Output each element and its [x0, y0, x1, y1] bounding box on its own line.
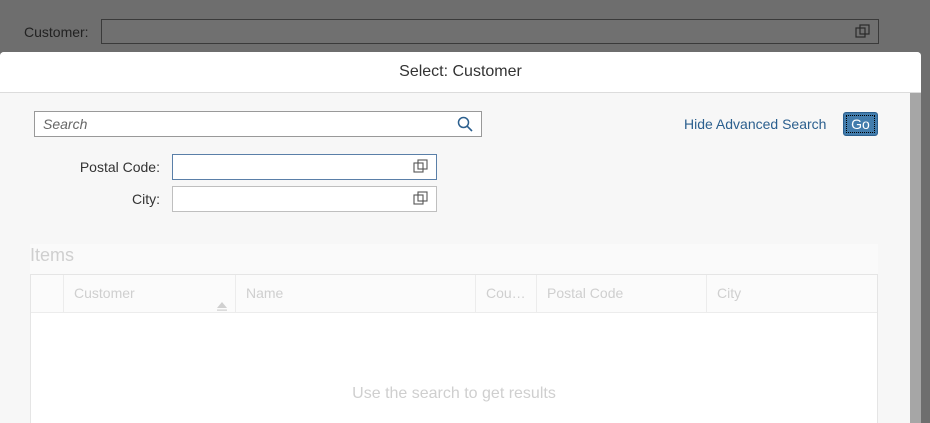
results-table: Customer Name Cou… Postal Code City Use … — [30, 274, 878, 423]
column-header-postal-code[interactable]: Postal Code — [536, 275, 706, 312]
column-header-label: Cou… — [486, 285, 526, 301]
no-data-message: Use the search to get results — [352, 385, 556, 402]
column-header-label: City — [717, 285, 742, 301]
column-header-label: Postal Code — [547, 285, 624, 301]
go-button[interactable]: Go — [843, 112, 878, 136]
column-header-country[interactable]: Cou… — [475, 275, 536, 312]
column-header-name[interactable]: Name — [235, 275, 475, 312]
column-header-label: Customer — [74, 285, 135, 301]
postal-code-label: Postal Code: — [79, 159, 160, 175]
vertical-scrollbar[interactable] — [910, 93, 921, 423]
select-customer-dialog: Select: Customer Hide Advanced Search Go… — [0, 52, 921, 423]
sort-ascending-icon — [217, 288, 227, 312]
select-all-column[interactable] — [31, 275, 63, 312]
city-field[interactable] — [172, 186, 437, 212]
items-toolbar — [30, 244, 878, 274]
items-title: Items — [30, 245, 75, 265]
city-input[interactable] — [173, 187, 408, 211]
table-header: Customer Name Cou… Postal Code City — [31, 275, 877, 313]
search-icon[interactable] — [457, 116, 473, 135]
city-label: City: — [132, 191, 160, 207]
background-form: Customer: — [0, 0, 930, 52]
customer-field[interactable] — [101, 19, 879, 44]
value-help-icon[interactable] — [855, 24, 870, 42]
value-help-icon[interactable] — [413, 159, 428, 177]
search-field[interactable] — [34, 111, 482, 137]
customer-label: Customer: — [24, 24, 89, 40]
hide-advanced-search-link[interactable]: Hide Advanced Search — [684, 116, 826, 132]
search-input[interactable] — [35, 112, 445, 136]
column-header-customer[interactable]: Customer — [63, 275, 235, 312]
column-header-label: Name — [246, 285, 284, 301]
value-help-icon[interactable] — [413, 191, 428, 209]
postal-code-input[interactable] — [173, 155, 408, 179]
postal-code-field[interactable] — [172, 154, 437, 180]
column-header-city[interactable]: City — [706, 275, 877, 312]
dialog-title: Select: Customer — [0, 52, 921, 93]
